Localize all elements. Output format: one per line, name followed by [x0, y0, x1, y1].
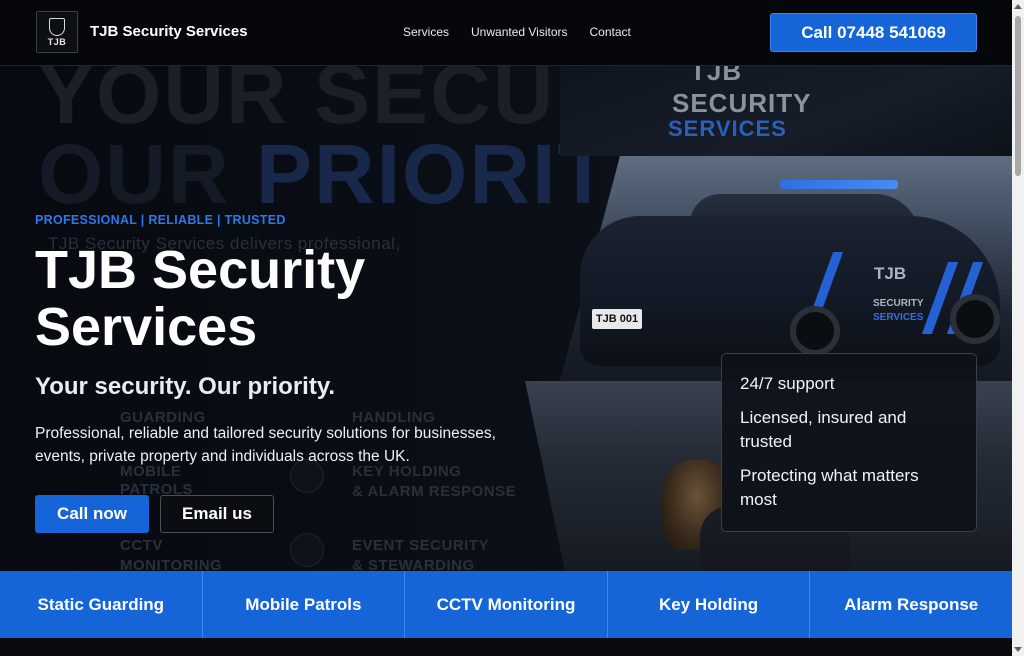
site-logo[interactable]: TJB — [36, 11, 78, 53]
vest-services-text: SERVICES — [668, 116, 787, 141]
vertical-scrollbar[interactable] — [1012, 0, 1024, 656]
car-security-text: SECURITY — [873, 298, 924, 309]
nav-item-services[interactable]: Services — [403, 25, 449, 39]
hero-title-line1: TJB Security — [35, 240, 366, 300]
nav-item-contact[interactable]: Contact — [590, 25, 631, 39]
page-continuation — [0, 638, 1012, 656]
feature-protecting: Protecting what matters most — [740, 466, 919, 509]
logo-text: TJB — [47, 36, 67, 47]
feature-support: 24/7 support — [740, 374, 835, 393]
service-static-guarding[interactable]: Static Guarding — [0, 571, 203, 638]
features-card: 24/7 support Licensed, insured and trust… — [721, 353, 977, 532]
feature-licensed: Licensed, insured and trusted — [740, 408, 907, 451]
email-us-button[interactable]: Email us — [160, 495, 274, 533]
ghost-alarm: & ALARM RESPONSE — [352, 483, 517, 500]
header-call-button[interactable]: Call 07448 541069 — [770, 13, 977, 52]
car-services-text: SERVICES — [873, 312, 924, 323]
scroll-down-icon[interactable] — [1014, 647, 1022, 652]
nav-item-unwanted-visitors[interactable]: Unwanted Visitors — [471, 25, 568, 39]
ghost-event-security: EVENT SECURITY — [352, 537, 490, 554]
ghost-monitoring: MONITORING — [120, 557, 223, 571]
light-bar-icon — [780, 180, 898, 189]
rear-wheel — [950, 294, 1000, 344]
hero-description: Professional, reliable and tailored secu… — [35, 425, 496, 465]
hero-subtitle: Your security. Our priority. — [35, 373, 336, 400]
service-cctv-monitoring[interactable]: CCTV Monitoring — [405, 571, 608, 638]
shield-icon — [49, 17, 65, 36]
ghost-cctv: CCTV — [120, 537, 163, 554]
scrollbar-thumb[interactable] — [1015, 16, 1021, 176]
front-wheel — [790, 306, 840, 356]
brand-name[interactable]: TJB Security Services — [90, 23, 248, 40]
site-header: TJB TJB Security Services Services Unwan… — [0, 0, 1012, 66]
service-alarm-response[interactable]: Alarm Response — [810, 571, 1012, 638]
vest-security-text: SECURITY — [672, 88, 812, 118]
main-nav: Services Unwanted Visitors Contact — [403, 25, 653, 39]
service-key-holding[interactable]: Key Holding — [608, 571, 811, 638]
ghost-stewarding: & STEWARDING — [352, 557, 475, 571]
car-logo-text: TJB — [874, 264, 907, 283]
scroll-up-icon[interactable] — [1014, 4, 1022, 9]
call-now-button[interactable]: Call now — [35, 495, 149, 533]
services-bar: Static Guarding Mobile Patrols CCTV Moni… — [0, 571, 1012, 638]
hero-tagline: PROFESSIONAL | RELIABLE | TRUSTED — [35, 213, 286, 227]
background-headline-2a: OUR — [38, 127, 256, 221]
service-mobile-patrols[interactable]: Mobile Patrols — [203, 571, 406, 638]
vest-logo-text: TJB — [690, 66, 743, 86]
number-plate: TJB 001 — [592, 309, 642, 329]
hero-title: TJB Security Services — [35, 242, 365, 356]
hero-title-line2: Services — [35, 297, 258, 357]
people-icon — [290, 533, 324, 567]
